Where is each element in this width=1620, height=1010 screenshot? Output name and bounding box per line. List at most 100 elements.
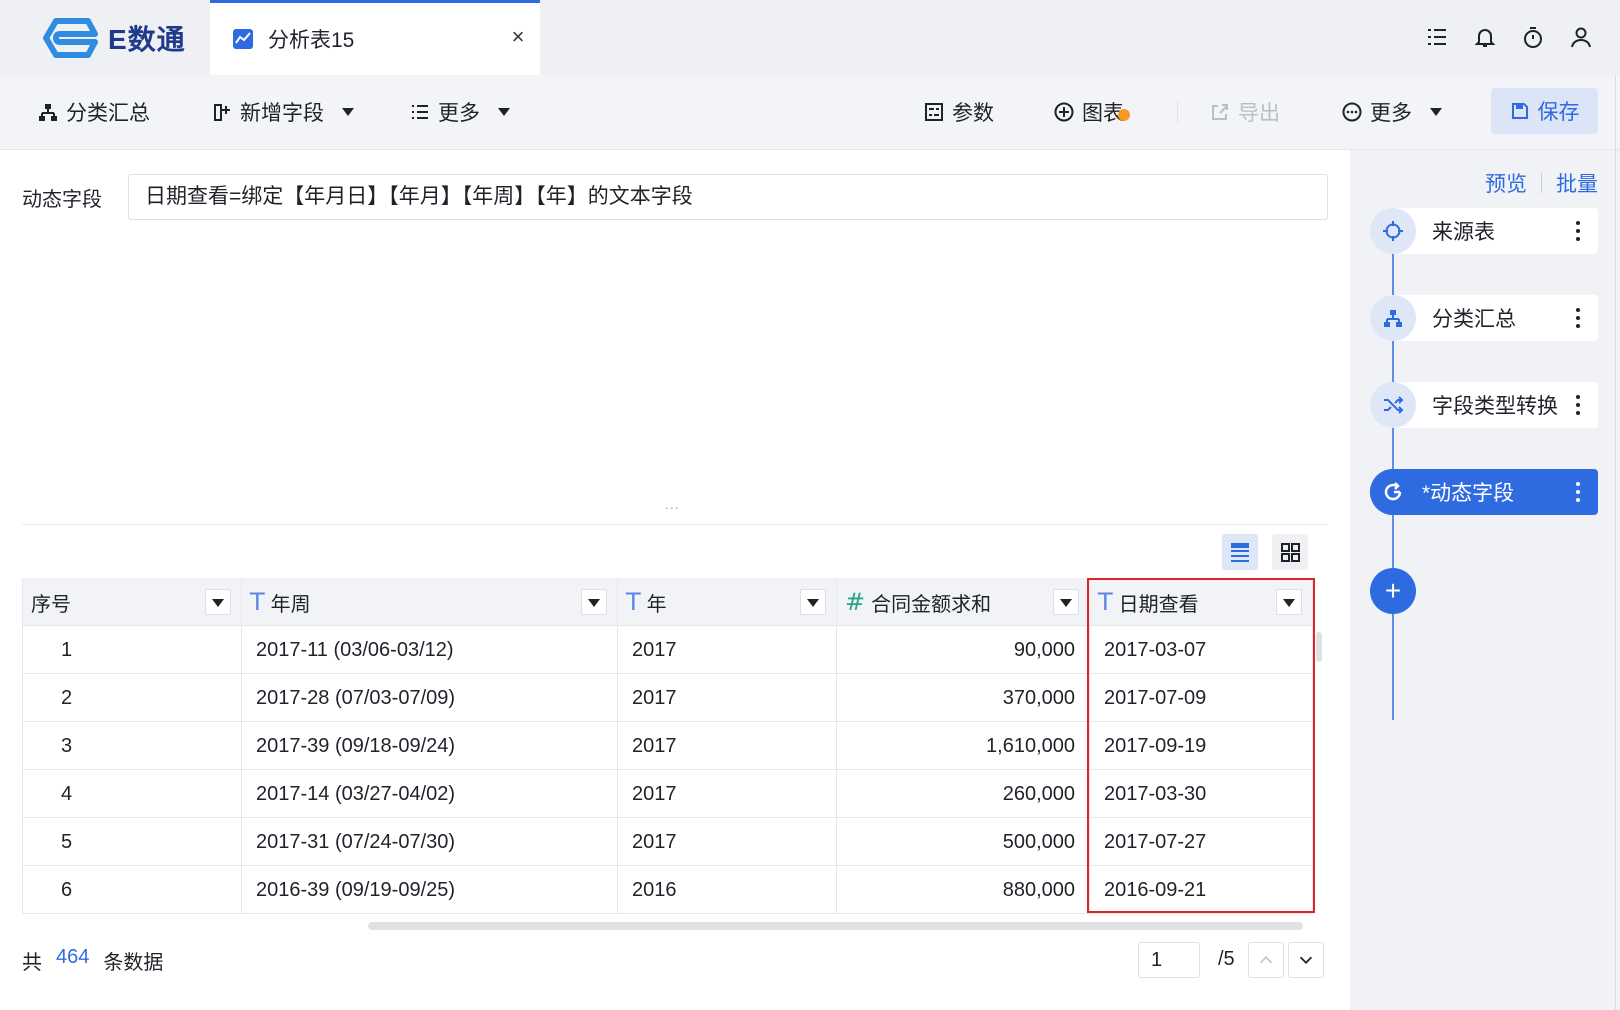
column-header-year[interactable]: T 年 (618, 578, 837, 626)
text-type-icon: T (626, 588, 641, 616)
chevron-down-icon (1299, 956, 1313, 964)
resize-handle[interactable]: ... (665, 496, 680, 512)
timer-icon[interactable] (1520, 22, 1546, 52)
save-button[interactable]: 保存 (1491, 88, 1598, 134)
column-header-date-view[interactable]: T 日期查看 (1090, 578, 1313, 626)
column-dropdown-icon[interactable] (581, 589, 607, 615)
cell-index: 1 (23, 626, 242, 674)
flow-step-type-conversion[interactable]: 字段类型转换 (1370, 382, 1598, 428)
cell-year: 2017 (618, 674, 837, 722)
cell-contract-sum: 260,000 (837, 770, 1090, 818)
more-menu-right[interactable]: 更多 (1342, 95, 1442, 129)
task-list-icon[interactable] (1424, 22, 1450, 52)
app-logo[interactable]: E数通 (36, 18, 186, 58)
more-right-label: 更多 (1370, 102, 1412, 125)
column-dropdown-icon[interactable] (205, 589, 231, 615)
cell-year: 2017 (618, 722, 837, 770)
record-count-suffix: 条数据 (103, 952, 164, 974)
cell-index: 6 (23, 866, 242, 914)
vertical-scrollbar[interactable] (1316, 632, 1322, 662)
chart-button[interactable]: 图表 (1054, 95, 1130, 129)
more-vertical-icon[interactable] (1566, 221, 1590, 241)
cell-year: 2017 (618, 770, 837, 818)
add-column-icon (214, 104, 230, 121)
table-row[interactable]: 2 2017-28 (07/03-07/09) 2017 370,000 201… (23, 674, 1313, 722)
cell-date-view: 2016-09-21 (1090, 866, 1313, 914)
table-row[interactable]: 1 2017-11 (03/06-03/12) 2017 90,000 2017… (23, 626, 1313, 674)
cell-date-view: 2017-07-27 (1090, 818, 1313, 866)
grid-view-button[interactable] (1272, 534, 1308, 570)
more-menu-left[interactable]: 更多 (410, 95, 510, 129)
add-field-button[interactable]: 新增字段 (212, 95, 354, 129)
flow-panel: 预览 批量 来源表 分类汇总 字段类型转换 *动态字段 + (1350, 150, 1620, 1010)
table-row[interactable]: 5 2017-31 (07/24-07/30) 2017 500,000 201… (23, 818, 1313, 866)
number-type-icon: # (845, 588, 866, 616)
bell-icon[interactable] (1472, 22, 1498, 52)
save-label: 保存 (1537, 101, 1580, 124)
flow-step-group-summary[interactable]: 分类汇总 (1370, 295, 1598, 341)
dynamic-field-expression[interactable]: 日期查看=绑定【年月日】【年月】【年周】【年】的文本字段 (128, 174, 1328, 220)
table-row[interactable]: 6 2016-39 (09/19-09/25) 2016 880,000 201… (23, 866, 1313, 914)
refresh-icon (1370, 469, 1416, 515)
column-dropdown-icon[interactable] (1276, 589, 1302, 615)
group-summary-button[interactable]: 分类汇总 (38, 95, 150, 129)
cell-contract-sum: 500,000 (837, 818, 1090, 866)
add-step-button[interactable]: + (1370, 568, 1416, 614)
export-button[interactable]: 导出 (1210, 95, 1280, 129)
dynamic-field-label: 动态字段 (22, 189, 102, 211)
cell-index: 4 (23, 770, 242, 818)
column-dropdown-icon[interactable] (1053, 589, 1079, 615)
more-vertical-icon[interactable] (1566, 308, 1590, 328)
page-number-input[interactable]: 1 (1138, 942, 1200, 978)
table-view-button[interactable] (1222, 534, 1258, 570)
app-brand-name: E数通 (108, 24, 186, 55)
flow-step-dynamic-field[interactable]: *动态字段 (1370, 469, 1598, 515)
column-dropdown-icon[interactable] (800, 589, 826, 615)
flow-step-label: 来源表 (1432, 221, 1495, 244)
plus-circle-icon (1054, 102, 1074, 122)
page-up-button[interactable] (1248, 942, 1284, 978)
cell-index: 3 (23, 722, 242, 770)
cell-year-week: 2017-31 (07/24-07/30) (242, 818, 618, 866)
hierarchy-icon (39, 104, 57, 121)
editor-panel: 动态字段 日期查看=绑定【年月日】【年月】【年周】【年】的文本字段 ... 序号… (0, 150, 1350, 1010)
tab-analysis-table[interactable]: 分析表15 × (210, 0, 540, 75)
batch-link[interactable]: 批量 (1556, 168, 1598, 198)
add-field-label: 新增字段 (240, 102, 324, 125)
preview-link[interactable]: 预览 (1485, 168, 1527, 198)
record-count-value: 464 (56, 946, 90, 968)
cell-date-view: 2017-03-07 (1090, 626, 1313, 674)
params-button[interactable]: 参数 (924, 95, 994, 129)
column-header-index[interactable]: 序号 (23, 578, 242, 626)
shuffle-icon (1370, 382, 1416, 428)
divider (22, 524, 1328, 525)
text-type-icon: T (250, 588, 265, 616)
more-vertical-icon[interactable] (1566, 482, 1590, 502)
column-header-year-week[interactable]: T 年周 (242, 578, 618, 626)
save-icon (1511, 103, 1528, 119)
cell-contract-sum: 880,000 (837, 866, 1090, 914)
flow-step-source-table[interactable]: 来源表 (1370, 208, 1598, 254)
flow-links: 预览 批量 (1485, 168, 1598, 198)
table-header-row: 序号 T 年周 T 年 # 合同金额求和 T 日期查看 (23, 578, 1313, 626)
logo-mark-icon (43, 18, 98, 58)
cell-year: 2016 (618, 866, 837, 914)
flow-step-label: 分类汇总 (1432, 308, 1516, 331)
text-type-icon: T (1098, 588, 1113, 616)
horizontal-scrollbar[interactable] (368, 922, 1303, 930)
cell-date-view: 2017-07-09 (1090, 674, 1313, 722)
page-down-button[interactable] (1288, 942, 1324, 978)
notification-dot (1118, 109, 1130, 121)
column-header-contract-sum[interactable]: # 合同金额求和 (837, 578, 1090, 626)
table-row[interactable]: 3 2017-39 (09/18-09/24) 2017 1,610,000 2… (23, 722, 1313, 770)
cell-year-week: 2017-11 (03/06-03/12) (242, 626, 618, 674)
flow-step-label: 字段类型转换 (1432, 395, 1558, 418)
params-icon (925, 103, 943, 121)
table-row[interactable]: 4 2017-14 (03/27-04/02) 2017 260,000 201… (23, 770, 1313, 818)
more-left-label: 更多 (438, 102, 480, 125)
user-icon[interactable] (1568, 22, 1594, 52)
column-header-label: 日期查看 (1118, 593, 1199, 616)
close-icon[interactable]: × (506, 25, 530, 49)
more-vertical-icon[interactable] (1566, 395, 1590, 415)
record-count: 共 464 条数据 (22, 946, 163, 975)
